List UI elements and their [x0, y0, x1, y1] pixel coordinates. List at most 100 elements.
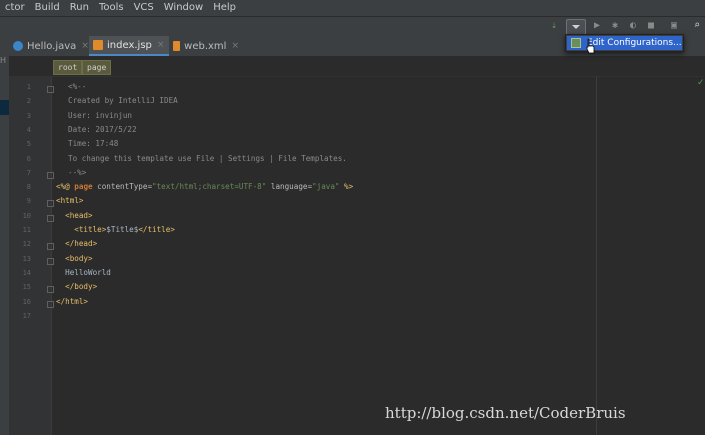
- line-number: 17: [22, 311, 31, 320]
- code-editor[interactable]: <%-- Created by IntelliJ IDEA User: invinj…: [52, 77, 705, 435]
- edit-configurations-icon: [571, 38, 581, 48]
- line-number: 14: [22, 268, 31, 277]
- line-number: 15: [22, 283, 31, 292]
- tab-hello-java[interactable]: Hello.java ×: [9, 36, 89, 56]
- code-line: <body>: [56, 252, 93, 266]
- chevron-down-icon: [572, 25, 580, 29]
- fold-marker-icon[interactable]: [47, 243, 54, 251]
- line-number: 7: [26, 168, 31, 177]
- stop-icon[interactable]: ■: [645, 20, 657, 32]
- menu-bar: ctor Build Run Tools VCS Window Help: [0, 0, 705, 17]
- code-token: </body>: [56, 282, 98, 292]
- inspection-ok-icon[interactable]: ✓: [697, 78, 705, 88]
- code-token: <html>: [56, 196, 84, 206]
- code-line: --%>: [68, 166, 86, 180]
- line-number: 1: [26, 83, 31, 91]
- line-number: 8: [26, 183, 31, 192]
- tab-index-jsp[interactable]: index.jsp ×: [89, 36, 169, 56]
- code-token: <title>: [56, 225, 107, 234]
- tab-web-xml[interactable]: web.xml ×: [169, 36, 239, 56]
- menu-item-window[interactable]: Window: [159, 0, 208, 16]
- menu-item-vcs[interactable]: VCS: [129, 0, 159, 16]
- fold-marker-icon[interactable]: [47, 86, 54, 93]
- project-structure-icon[interactable]: ▣: [668, 20, 680, 32]
- line-number-gutter: 1 2 3 4 5 6 7 8 9 10 11 12 13 14 15 16 17: [9, 77, 52, 435]
- breadcrumb: root page: [9, 57, 705, 77]
- line-number: 4: [26, 125, 31, 134]
- code-token: --%>: [68, 167, 87, 177]
- code-token: Time: 17:48: [68, 139, 119, 149]
- mouse-cursor-icon: [586, 38, 595, 54]
- code-token: $Title$: [106, 225, 139, 234]
- menu-item-truncated[interactable]: ctor: [0, 0, 30, 16]
- fold-marker-icon[interactable]: [47, 200, 54, 208]
- code-token: </html>: [56, 296, 89, 306]
- code-line: </html>: [56, 295, 88, 309]
- close-icon[interactable]: ×: [157, 40, 165, 50]
- line-number: 13: [22, 254, 31, 263]
- close-icon[interactable]: ×: [231, 41, 239, 51]
- code-token: HelloWorld: [56, 267, 111, 277]
- jsp-file-icon: [93, 40, 103, 50]
- code-token: <body>: [56, 253, 93, 263]
- code-line: <head>: [56, 209, 92, 223]
- run-icon[interactable]: ▶: [591, 20, 603, 32]
- fold-marker-icon[interactable]: [47, 171, 54, 179]
- fold-marker-icon[interactable]: [47, 214, 54, 222]
- code-line: User: invinjun: [68, 109, 132, 123]
- code-token: contentType=: [97, 182, 153, 192]
- code-line: </head>: [56, 237, 97, 251]
- code-line: <%--: [68, 80, 86, 94]
- line-number: 12: [22, 240, 31, 249]
- fold-marker-icon[interactable]: [47, 286, 54, 294]
- code-line: <html>: [56, 194, 83, 208]
- code-token: language=: [266, 182, 313, 192]
- code-token: "text/html;charset=UTF-8": [152, 182, 267, 192]
- code-token: <%@: [56, 182, 75, 192]
- line-number: 11: [22, 226, 31, 234]
- code-token: Date: 2017/5/22: [68, 124, 137, 134]
- breadcrumb-root[interactable]: root: [53, 60, 83, 75]
- code-token: page: [74, 182, 98, 192]
- line-number: 9: [26, 197, 31, 206]
- line-number: 10: [22, 211, 31, 220]
- run-config-dropdown[interactable]: [566, 19, 586, 35]
- project-tool-label[interactable]: H: [0, 56, 6, 65]
- search-icon[interactable]: ⌕: [691, 20, 703, 32]
- tab-label: web.xml: [184, 40, 227, 52]
- build-icon[interactable]: ⇣: [548, 20, 560, 32]
- fold-marker-icon[interactable]: [47, 257, 54, 265]
- menu-item-run[interactable]: Run: [65, 0, 94, 16]
- watermark: http://blog.csdn.net/CoderBruis: [385, 404, 626, 422]
- line-number: 3: [26, 111, 31, 120]
- project-tool-selection: [0, 100, 9, 115]
- code-token: %>: [339, 182, 354, 192]
- code-token: "java": [312, 182, 340, 192]
- menu-item-build[interactable]: Build: [30, 0, 65, 16]
- xml-file-icon: [173, 41, 181, 51]
- code-line: To change this template use File | Setti…: [68, 152, 347, 166]
- code-line: HelloWorld: [56, 266, 111, 280]
- menu-item-tools[interactable]: Tools: [94, 0, 129, 16]
- code-token: </head>: [56, 239, 98, 249]
- debug-icon[interactable]: ✱: [609, 20, 621, 32]
- code-token: To change this template use File | Setti…: [68, 153, 347, 163]
- code-line: Date: 2017/5/22: [68, 123, 137, 137]
- breadcrumb-page[interactable]: page: [82, 60, 112, 75]
- code-line: Created by IntelliJ IDEA: [68, 94, 178, 108]
- java-class-icon: [13, 41, 23, 51]
- code-line: Time: 17:48: [68, 137, 118, 151]
- code-line: <title>$Title$</title>: [56, 223, 175, 237]
- coverage-icon[interactable]: ◐: [627, 20, 639, 32]
- line-number: 16: [22, 297, 31, 306]
- tab-label: Hello.java: [27, 40, 77, 52]
- line-number: 2: [26, 97, 31, 106]
- code-token: User: invinjun: [68, 110, 133, 120]
- line-number: 5: [26, 140, 31, 149]
- menu-item-help[interactable]: Help: [208, 0, 241, 16]
- fold-marker-icon[interactable]: [47, 300, 54, 308]
- edit-configurations-label: Edit Configurations...: [587, 38, 682, 48]
- close-icon[interactable]: ×: [81, 41, 89, 51]
- right-margin-guide: [596, 77, 597, 435]
- tab-label: index.jsp: [107, 39, 152, 51]
